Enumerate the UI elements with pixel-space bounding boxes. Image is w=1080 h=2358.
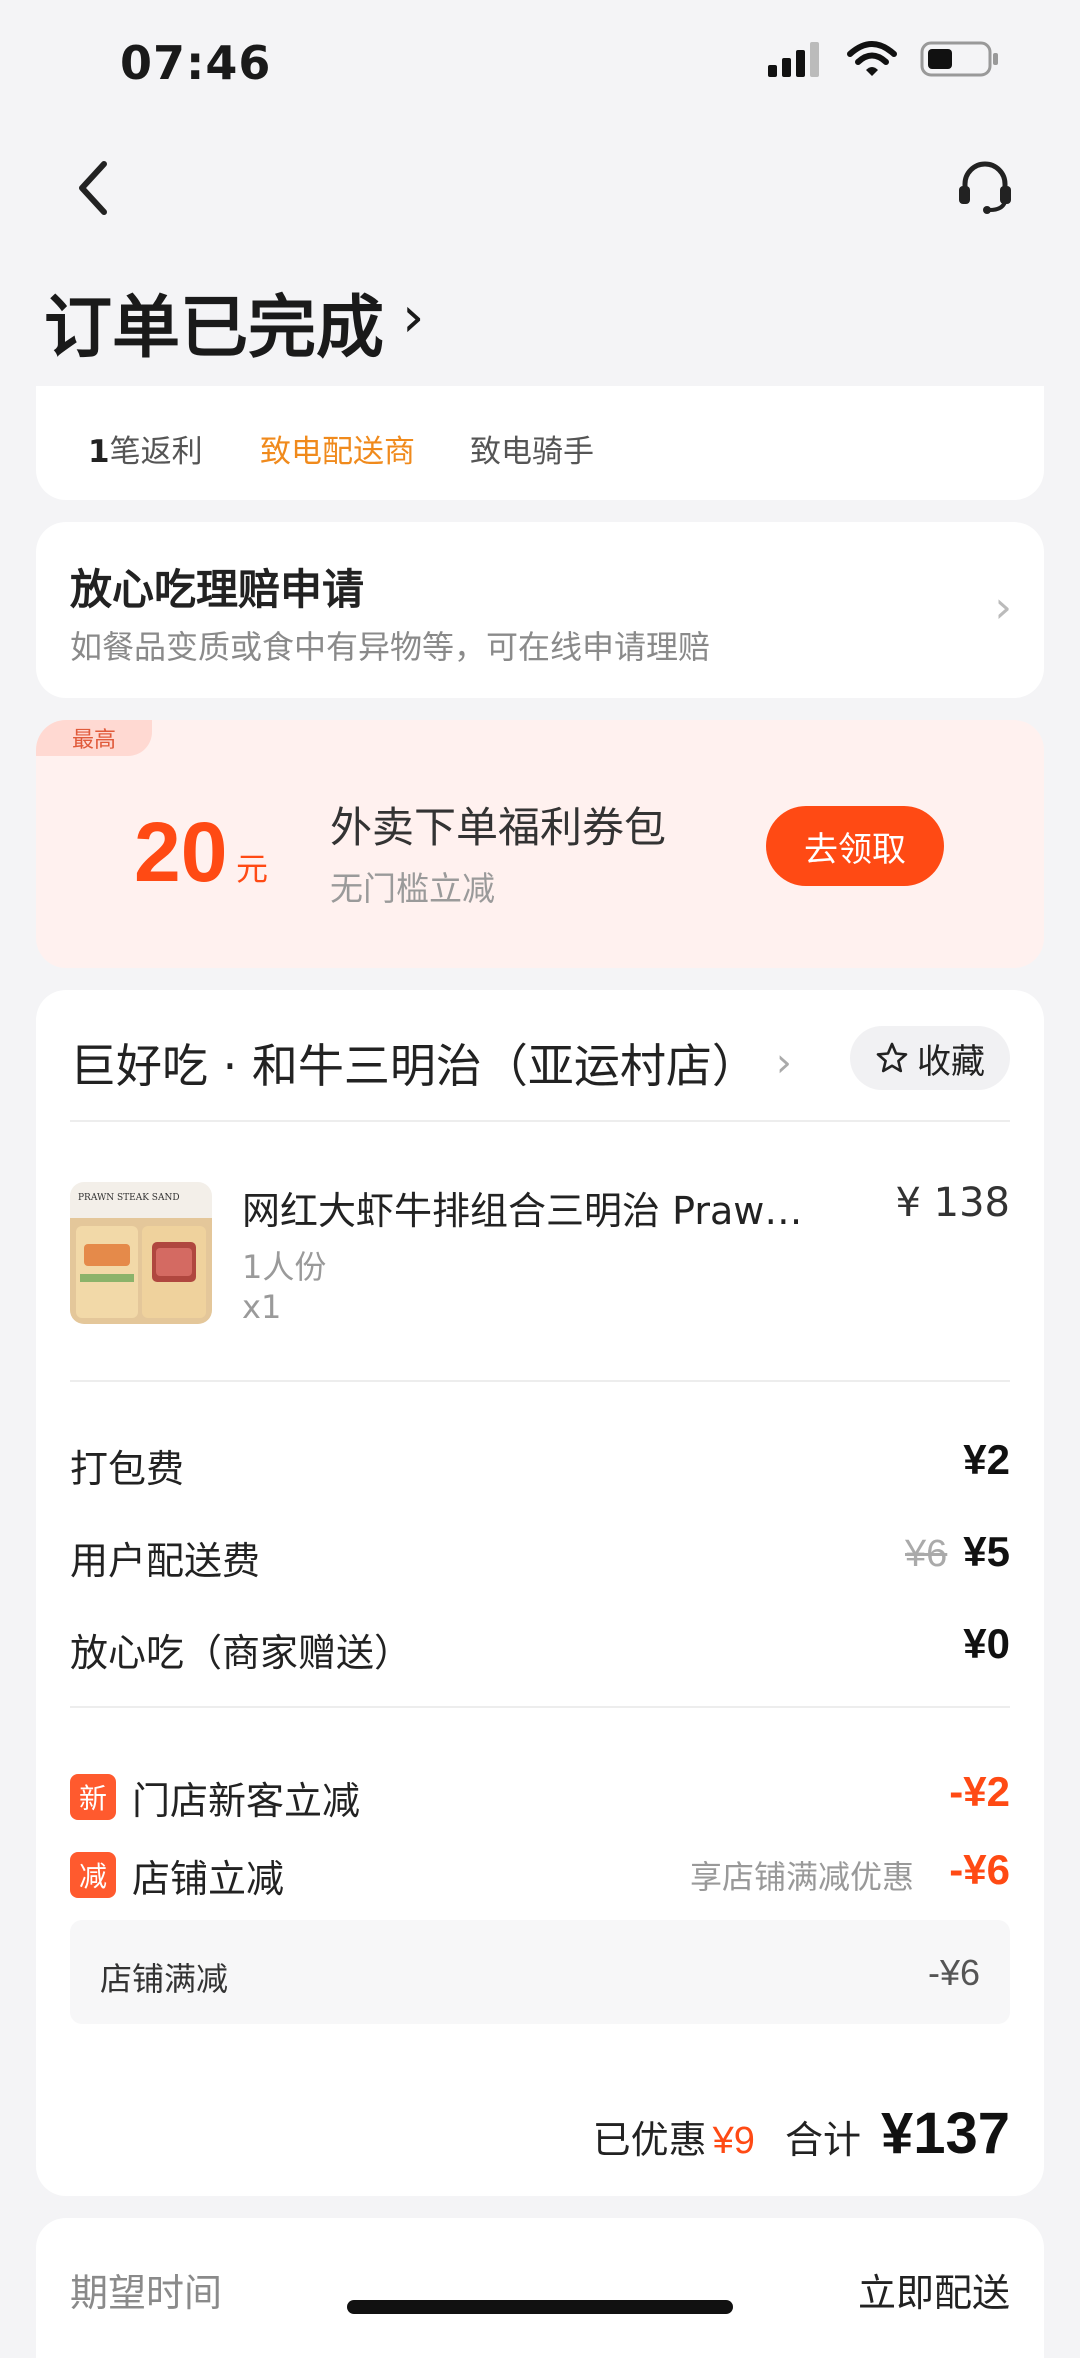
safe-eat-label: 放心吃（商家赠送） [70,1631,413,1675]
delivery-fee-value: ¥5 [963,1528,1010,1575]
order-actions-card: 1笔返利 致电配送商 致电骑手 [36,386,1044,500]
divider [70,1706,1010,1708]
store-full-discount-value: -¥6 [927,1952,980,1993]
customer-service-button[interactable] [956,158,1014,216]
delivery-fee-value-group: ¥6 ¥5 [905,1528,1010,1576]
order-status-title[interactable]: 订单已完成 › [44,272,424,371]
store-discount-note: 享店铺满减优惠 [689,1858,914,1896]
expected-time-label: 期望时间 [70,2271,223,2315]
order-detail-card: 巨好吃 · 和牛三明治（亚运村店） › 收藏 PRAWN STEAK SAND … [36,990,1044,2196]
shop-link[interactable]: 巨好吃 · 和牛三明治（亚运村店） › [70,1030,792,1096]
divider [70,1380,1010,1382]
favorite-button[interactable]: 收藏 [850,1026,1010,1090]
new-customer-discount-value: -¥2 [949,1768,1010,1815]
total-value: ¥137 [880,2101,1010,2166]
page-title: 订单已完成 [44,289,385,368]
expected-time-value: 立即配送 [857,2271,1010,2315]
item-quantity: x1 [242,1288,282,1326]
chevron-right-icon: › [994,582,1012,633]
coupon-tag: 最高 [36,720,152,756]
rebate-count: 1 [88,434,110,470]
store-discount-label: 店铺立减 [132,1857,285,1901]
safe-eat-value: ¥0 [963,1620,1010,1667]
status-time: 07:46 [120,36,272,90]
new-customer-discount-label: 门店新客立减 [132,1779,361,1823]
discount-badge: 减 [70,1852,116,1898]
total-label: 合计 [784,2118,861,2162]
delivery-fee-original: ¥6 [905,1533,948,1575]
coupon-subtitle: 无门槛立减 [330,869,495,908]
call-delivery-company-label: 致电配送商 [260,434,415,470]
shop-name: 巨好吃 · 和牛三明治（亚运村店） [70,1039,758,1093]
coupon-title: 外卖下单福利券包 [330,803,667,852]
saved-value: ¥9 [712,2120,755,2162]
total-row: 已优惠 ¥9 合计 ¥137 [593,2100,1010,2167]
signal-icon [768,42,819,77]
packaging-fee-label: 打包费 [70,1447,185,1491]
coupon-card: 最高 20 元 外卖下单福利券包 无门槛立减 去领取 [36,720,1044,968]
star-icon [876,1042,908,1073]
headset-icon [959,161,1011,214]
item-image[interactable]: PRAWN STEAK SAND [70,1182,212,1324]
call-delivery-company-action[interactable]: 致电配送商 [260,426,415,471]
coupon-unit: 元 [236,850,269,888]
wifi-icon [847,41,897,76]
rebate-action[interactable]: 1笔返利 [88,426,203,471]
item-price: ¥ 138 [895,1180,1010,1226]
favorite-label: 收藏 [917,1041,985,1082]
item-name: 网红大虾牛排组合三明治 Prawn s... [242,1189,822,1233]
sandwich-image: PRAWN STEAK SAND [70,1182,212,1324]
chevron-right-icon: › [775,1040,792,1086]
saved-label: 已优惠 [592,2118,707,2162]
claim-subtitle: 如餐品变质或食中有异物等，可在线申请理赔 [70,628,711,666]
claim-coupon-button[interactable]: 去领取 [766,806,944,886]
store-full-discount-label: 店铺满减 [100,1960,229,1998]
claim-title: 放心吃理赔申请 [70,565,365,614]
new-customer-badge: 新 [70,1774,116,1820]
packaging-fee-value: ¥2 [963,1436,1010,1483]
call-rider-action[interactable]: 致电骑手 [470,426,594,471]
coupon-amount: 20 [134,805,228,899]
expected-time-card: 期望时间 立即配送 [36,2218,1044,2358]
store-discount-value: -¥6 [949,1846,1010,1893]
item-image-text: PRAWN STEAK SAND [78,1193,180,1203]
delivery-fee-label: 用户配送费 [70,1539,261,1583]
battery-icon [920,41,998,77]
back-button[interactable] [72,158,116,218]
home-indicator[interactable] [347,2300,733,2314]
claim-card[interactable]: 放心吃理赔申请 如餐品变质或食中有异物等，可在线申请理赔 › [36,522,1044,698]
item-spec: 1人份 [242,1248,327,1286]
call-rider-label: 致电骑手 [470,434,594,470]
rebate-label: 笔返利 [109,434,203,470]
status-icons [768,40,1000,78]
chevron-right-icon: › [402,285,425,350]
chevron-left-icon [79,161,107,215]
divider [70,1120,1010,1122]
store-full-discount-box: 店铺满减 -¥6 [70,1920,1010,2024]
